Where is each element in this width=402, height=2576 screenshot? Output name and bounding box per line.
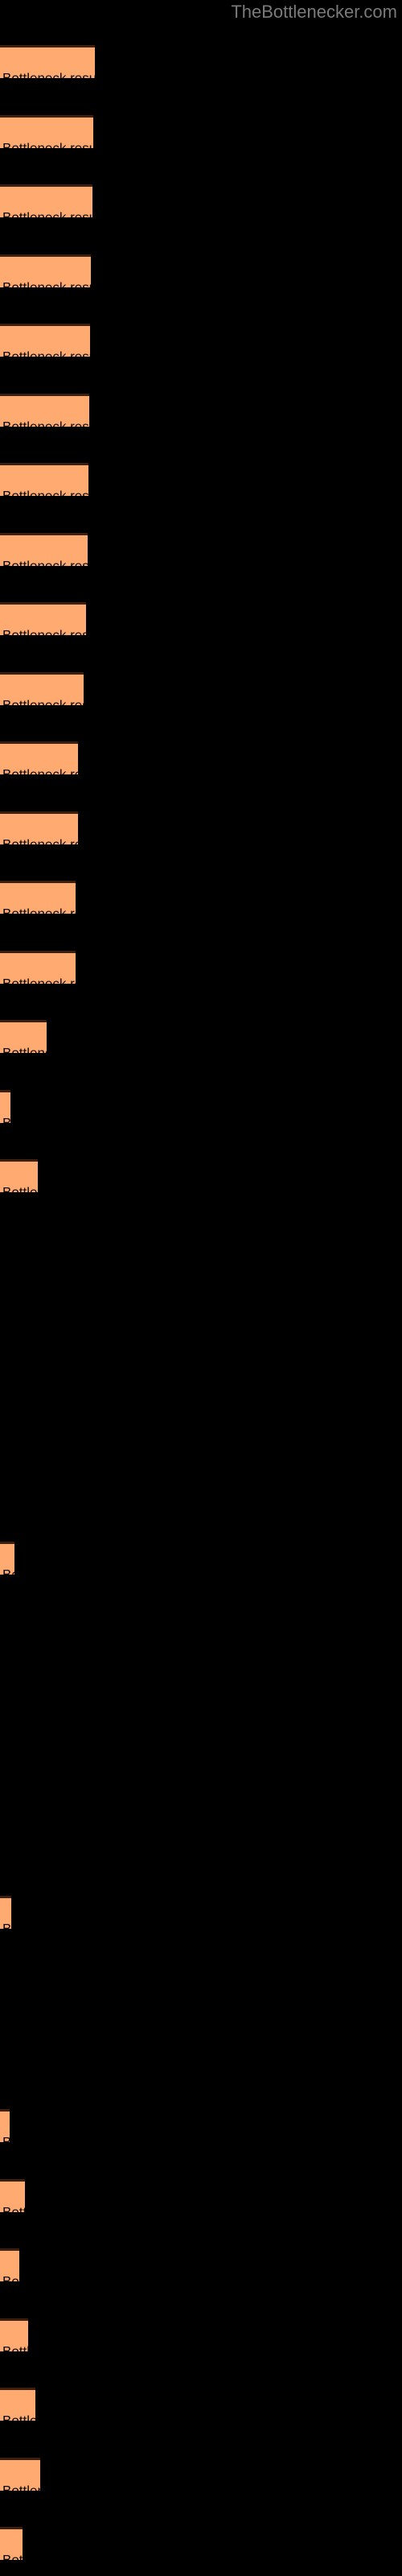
bar-label: Bottleneck result — [2, 2483, 40, 2491]
bar-13[interactable]: Bottleneck result — [0, 881, 76, 914]
bar-3[interactable]: Bottleneck result — [0, 184, 92, 217]
bar-23[interactable]: Bottleneck result — [0, 2318, 28, 2351]
bar-label: Bottleneck result — [2, 419, 89, 427]
bar-label: Bottleneck result — [2, 2343, 28, 2352]
bar-9[interactable]: Bottleneck result — [0, 602, 86, 635]
bar-15[interactable]: Bottleneck result — [0, 1020, 47, 1053]
bar-label: Bottleneck result — [2, 1115, 10, 1124]
bar-clip: Bottleneck result — [0, 324, 90, 357]
bar-18[interactable]: Bottleneck result — [0, 1542, 14, 1575]
bar-label: Bottleneck result — [2, 349, 90, 357]
bar-clip: Bottleneck result — [0, 602, 86, 635]
bar-label: Bottleneck result — [2, 697, 84, 706]
bar-label: Bottleneck result — [2, 1921, 11, 1930]
bar-clip: Bottleneck result — [0, 1020, 47, 1053]
bar-19[interactable]: Bottleneck result — [0, 1896, 11, 1929]
bar-clip: Bottleneck result — [0, 1542, 14, 1575]
bar-17[interactable]: Bottleneck result — [0, 1159, 38, 1192]
bar-clip: Bottleneck result — [0, 533, 88, 566]
bar-7[interactable]: Bottleneck result — [0, 463, 88, 496]
bar-clip: Bottleneck result — [0, 254, 91, 287]
bar-clip: Bottleneck result — [0, 2388, 35, 2421]
bar-clip: Bottleneck result — [0, 951, 76, 984]
bar-clip: Bottleneck result — [0, 45, 95, 78]
bar-label: Bottleneck result — [2, 488, 88, 497]
bar-clip: Bottleneck result — [0, 2179, 25, 2212]
bar-24[interactable]: Bottleneck result — [0, 2388, 35, 2421]
bar-clip: Bottleneck result — [0, 741, 78, 774]
bar-11[interactable]: Bottleneck result — [0, 741, 78, 774]
bar-label: Bottleneck result — [2, 2413, 35, 2421]
bar-label: Bottleneck result — [2, 140, 93, 149]
bar-label: Bottleneck result — [2, 627, 86, 636]
bar-22[interactable]: Bottleneck result — [0, 2248, 19, 2281]
bar-clip: Bottleneck result — [0, 184, 92, 217]
bar-label: Bottleneck result — [2, 2552, 23, 2561]
bar-label: Bottleneck result — [2, 766, 78, 775]
bar-clip: Bottleneck result — [0, 881, 76, 914]
bar-12[interactable]: Bottleneck result — [0, 811, 78, 844]
bar-clip: Bottleneck result — [0, 2527, 23, 2560]
bar-4[interactable]: Bottleneck result — [0, 254, 91, 287]
bar-label: Bottleneck result — [2, 2204, 25, 2213]
page-title: TheBottlenecker.com — [231, 2, 397, 22]
bar-16[interactable]: Bottleneck result — [0, 1090, 10, 1123]
bar-label: Bottleneck result — [2, 1045, 47, 1054]
bar-1[interactable]: Bottleneck result — [0, 45, 95, 78]
bar-label: Bottleneck result — [2, 1184, 38, 1193]
bar-label: Bottleneck result — [2, 70, 95, 79]
bar-clip: Bottleneck result — [0, 2248, 19, 2281]
bar-5[interactable]: Bottleneck result — [0, 324, 90, 357]
bottleneck-bar-chart: TheBottlenecker.com Bottleneck result Bot… — [0, 0, 402, 2576]
bar-10[interactable]: Bottleneck result — [0, 672, 84, 705]
bar-clip: Bottleneck result — [0, 811, 78, 844]
bar-2[interactable]: Bottleneck result — [0, 115, 93, 148]
bar-8[interactable]: Bottleneck result — [0, 533, 88, 566]
bar-label: Bottleneck result — [2, 836, 78, 845]
bar-clip: Bottleneck result — [0, 2458, 40, 2491]
bar-clip: Bottleneck result — [0, 2318, 28, 2351]
bar-clip: Bottleneck result — [0, 394, 89, 427]
bar-clip: Bottleneck result — [0, 1090, 10, 1123]
bar-label: Bottleneck result — [2, 976, 76, 985]
bar-25[interactable]: Bottleneck result — [0, 2458, 40, 2491]
bar-26[interactable]: Bottleneck result — [0, 2527, 23, 2560]
bar-label: Bottleneck result — [2, 558, 88, 567]
bar-6[interactable]: Bottleneck result — [0, 394, 89, 427]
bar-label: Bottleneck result — [2, 209, 92, 218]
bar-label: Bottleneck result — [2, 2134, 10, 2143]
bar-14[interactable]: Bottleneck result — [0, 951, 76, 984]
bar-label: Bottleneck result — [2, 2273, 19, 2282]
bar-clip: Bottleneck result — [0, 463, 88, 496]
bar-label: Bottleneck result — [2, 906, 76, 914]
bar-clip: Bottleneck result — [0, 2109, 10, 2142]
bar-clip: Bottleneck result — [0, 1896, 11, 1929]
bar-clip: Bottleneck result — [0, 115, 93, 148]
bar-20[interactable]: Bottleneck result — [0, 2109, 10, 2142]
bar-clip: Bottleneck result — [0, 672, 84, 705]
bar-label: Bottleneck result — [2, 279, 91, 288]
bar-clip: Bottleneck result — [0, 1159, 38, 1192]
bar-21[interactable]: Bottleneck result — [0, 2179, 25, 2212]
bar-label: Bottleneck result — [2, 1567, 14, 1575]
